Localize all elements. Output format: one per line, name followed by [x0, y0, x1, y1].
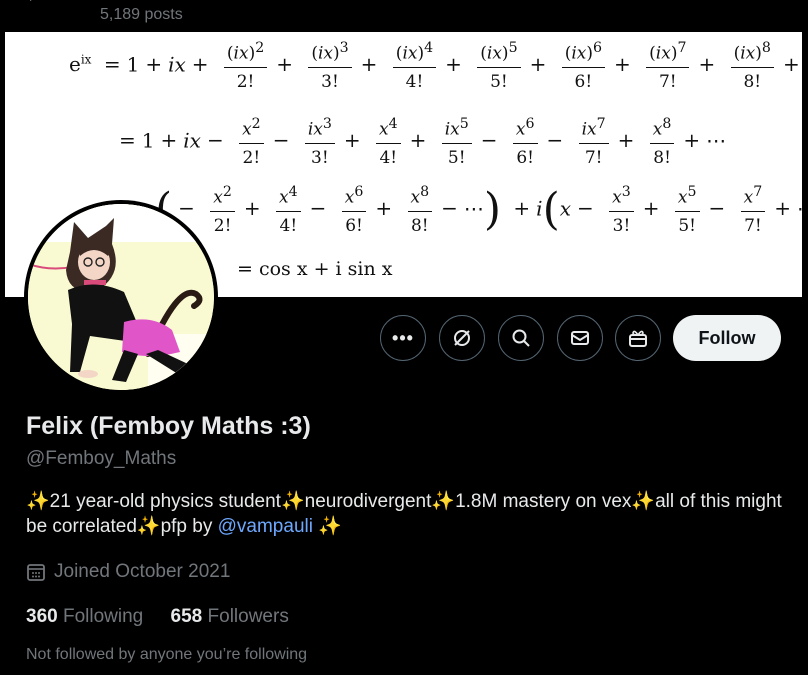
followers-count: 658	[170, 606, 203, 627]
follow-button[interactable]: Follow	[673, 315, 781, 361]
grok-icon	[454, 330, 470, 346]
sparkle-icon: ✨	[631, 491, 656, 512]
formula-line-2: = 1 + ix − x2 2! − ix3 3! + x4 4! + ix5 5! − x6 6! − i…	[119, 116, 727, 168]
more-icon: •••	[392, 327, 414, 348]
avatar-frame[interactable]	[24, 200, 218, 394]
search-icon	[512, 329, 530, 347]
avatar-illustration	[28, 204, 214, 390]
grok-button[interactable]	[439, 315, 485, 361]
following-link[interactable]: 360 Following	[26, 606, 143, 627]
handle: @Femboy_Maths	[26, 448, 177, 469]
bio-text: 21 year-old physics student	[49, 491, 281, 512]
followers-label: Followers	[207, 606, 289, 627]
joined-text: Joined October 2021	[54, 561, 231, 582]
more-options-button[interactable]: •••	[380, 315, 426, 361]
bio-text: pfp by	[160, 516, 218, 537]
sparkle-icon: ✨	[431, 491, 456, 512]
sparkle-icon: ✨	[280, 491, 305, 512]
display-name: Felix (Femboy Maths :3)	[26, 412, 311, 440]
formula-line-3: (− x22!+ x44!− x66!+ x88!−⋯) +i(x− x33!+…	[155, 183, 802, 236]
formula-line-1: eix = 1 + ix + (ix)2 2! + (ix)3 3! + (ix)4 4! + (i…	[69, 40, 800, 92]
post-count: 5,189 posts	[100, 6, 183, 23]
back-arrow-icon[interactable]	[28, 0, 44, 8]
bio-text: neurodivergent	[304, 491, 432, 512]
gift-icon	[629, 330, 647, 347]
sparkle-icon: ✨	[136, 516, 161, 537]
gift-button[interactable]	[615, 315, 661, 361]
formula-line-4: = cos x + i sin x	[237, 258, 393, 280]
bio-text: 1.8M mastery on vex	[455, 491, 632, 512]
follow-stats: 360 Following 658 Followers	[26, 606, 311, 628]
message-icon	[571, 331, 589, 345]
top-bar: 5,189 posts	[0, 0, 808, 32]
joined-date: Joined October 2021	[26, 561, 230, 583]
following-label: Following	[62, 606, 144, 627]
calendar-icon	[27, 564, 45, 581]
search-button[interactable]	[498, 315, 544, 361]
followers-link[interactable]: 658 Followers	[171, 606, 289, 627]
sparkle-icon: ✨	[26, 491, 50, 512]
avatar[interactable]	[28, 204, 214, 390]
bio: ✨21 year-old physics student✨neurodiverg…	[26, 489, 786, 539]
bio-mention-link[interactable]: @vampauli	[218, 516, 313, 537]
mutual-followers-text: Not followed by anyone you’re following	[26, 646, 308, 663]
sparkle-icon: ✨	[318, 516, 342, 537]
following-count: 360	[26, 606, 58, 627]
message-button[interactable]	[557, 315, 603, 361]
